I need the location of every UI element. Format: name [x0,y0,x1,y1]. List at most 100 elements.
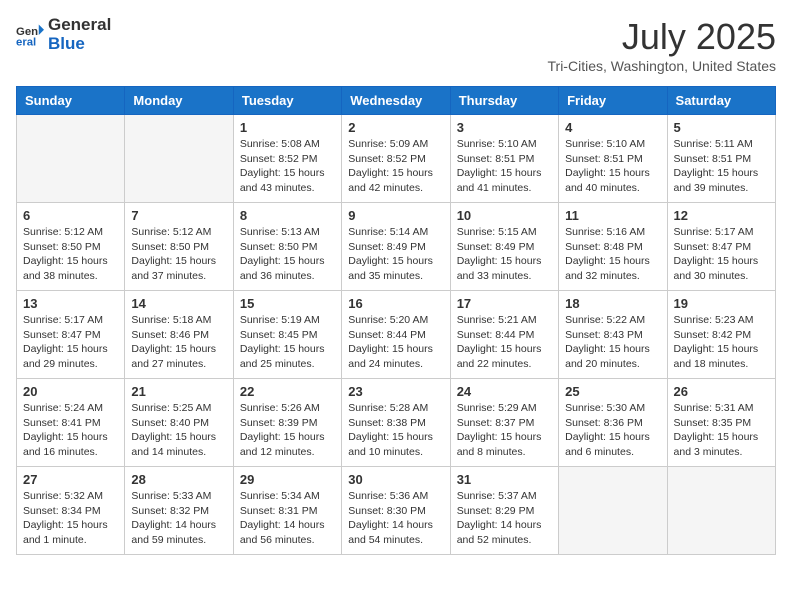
day-number: 30 [348,472,443,487]
day-number: 24 [457,384,552,399]
logo-icon: Gen eral [16,21,44,49]
day-detail: Sunrise: 5:17 AMSunset: 8:47 PMDaylight:… [23,313,118,372]
day-detail: Sunrise: 5:25 AMSunset: 8:40 PMDaylight:… [131,401,226,460]
calendar-cell: 12 Sunrise: 5:17 AMSunset: 8:47 PMDayligh… [667,203,775,291]
calendar-cell: 31Sunrise: 5:37 AMSunset: 8:29 PMDayligh… [450,467,558,555]
day-detail: Sunrise: 5:18 AMSunset: 8:46 PMDaylight:… [131,313,226,372]
day-detail: Sunrise: 5:21 AMSunset: 8:44 PMDaylight:… [457,313,552,372]
day-number: 26 [674,384,769,399]
calendar-header-wednesday: Wednesday [342,87,450,115]
day-detail: Sunrise: 5:10 AMSunset: 8:51 PMDaylight:… [565,137,660,196]
day-detail: Sunrise: 5:26 AMSunset: 8:39 PMDaylight:… [240,401,335,460]
calendar-header-friday: Friday [559,87,667,115]
day-number: 10 [457,208,552,223]
day-detail: Sunrise: 5:30 AMSunset: 8:36 PMDaylight:… [565,401,660,460]
day-detail: Sunrise: 5:17 AMSunset: 8:47 PMDaylight:… [674,225,769,284]
calendar-cell: 3Sunrise: 5:10 AMSunset: 8:51 PMDaylight… [450,115,558,203]
calendar-cell: 5Sunrise: 5:11 AMSunset: 8:51 PMDaylight… [667,115,775,203]
svg-text:eral: eral [16,36,36,48]
calendar-cell: 24 Sunrise: 5:29 AMSunset: 8:37 PMDayligh… [450,379,558,467]
day-number: 18 [565,296,660,311]
calendar-cell: 1 Sunrise: 5:08 AMSunset: 8:52 PMDaylight… [233,115,341,203]
calendar-cell [559,467,667,555]
day-detail: Sunrise: 5:16 AMSunset: 8:48 PMDaylight:… [565,225,660,284]
calendar-cell: 19 Sunrise: 5:23 AMSunset: 8:42 PMDayligh… [667,291,775,379]
calendar-header-saturday: Saturday [667,87,775,115]
day-detail: Sunrise: 5:29 AMSunset: 8:37 PMDaylight:… [457,401,552,460]
calendar-cell: 22 Sunrise: 5:26 AMSunset: 8:39 PMDayligh… [233,379,341,467]
day-number: 12 [674,208,769,223]
day-number: 13 [23,296,118,311]
day-detail: Sunrise: 5:14 AMSunset: 8:49 PMDaylight:… [348,225,443,284]
week-row-1: 1 Sunrise: 5:08 AMSunset: 8:52 PMDaylight… [17,115,776,203]
calendar-cell: 18 Sunrise: 5:22 AMSunset: 8:43 PMDayligh… [559,291,667,379]
calendar-cell: 23 Sunrise: 5:28 AMSunset: 8:38 PMDayligh… [342,379,450,467]
day-number: 7 [131,208,226,223]
day-detail: Sunrise: 5:33 AMSunset: 8:32 PMDaylight:… [131,489,226,548]
day-number: 6 [23,208,118,223]
calendar-cell: 21 Sunrise: 5:25 AMSunset: 8:40 PMDayligh… [125,379,233,467]
day-number: 3 [457,120,552,135]
day-number: 22 [240,384,335,399]
week-row-2: 6 Sunrise: 5:12 AMSunset: 8:50 PMDaylight… [17,203,776,291]
calendar-cell: 8 Sunrise: 5:13 AMSunset: 8:50 PMDaylight… [233,203,341,291]
calendar-cell: 9 Sunrise: 5:14 AMSunset: 8:49 PMDaylight… [342,203,450,291]
day-detail: Sunrise: 5:28 AMSunset: 8:38 PMDaylight:… [348,401,443,460]
calendar-cell: 27 Sunrise: 5:32 AMSunset: 8:34 PMDayligh… [17,467,125,555]
day-number: 17 [457,296,552,311]
calendar-cell: 7 Sunrise: 5:12 AMSunset: 8:50 PMDaylight… [125,203,233,291]
calendar-cell: 17 Sunrise: 5:21 AMSunset: 8:44 PMDayligh… [450,291,558,379]
day-detail: Sunrise: 5:15 AMSunset: 8:49 PMDaylight:… [457,225,552,284]
calendar-cell: 28 Sunrise: 5:33 AMSunset: 8:32 PMDayligh… [125,467,233,555]
day-number: 8 [240,208,335,223]
day-detail: Sunrise: 5:37 AMSunset: 8:29 PMDaylight:… [457,489,552,548]
calendar-cell: 4 Sunrise: 5:10 AMSunset: 8:51 PMDaylight… [559,115,667,203]
calendar-header-monday: Monday [125,87,233,115]
logo: Gen eral General Blue [16,16,111,53]
day-number: 15 [240,296,335,311]
calendar-cell [125,115,233,203]
day-detail: Sunrise: 5:12 AMSunset: 8:50 PMDaylight:… [23,225,118,284]
calendar-cell: 20 Sunrise: 5:24 AMSunset: 8:41 PMDayligh… [17,379,125,467]
day-number: 21 [131,384,226,399]
calendar-cell: 29Sunrise: 5:34 AMSunset: 8:31 PMDayligh… [233,467,341,555]
calendar-cell [17,115,125,203]
day-detail: Sunrise: 5:12 AMSunset: 8:50 PMDaylight:… [131,225,226,284]
day-number: 16 [348,296,443,311]
calendar: SundayMondayTuesdayWednesdayThursdayFrid… [16,86,776,555]
day-number: 14 [131,296,226,311]
day-number: 27 [23,472,118,487]
day-detail: Sunrise: 5:24 AMSunset: 8:41 PMDaylight:… [23,401,118,460]
day-number: 25 [565,384,660,399]
day-number: 20 [23,384,118,399]
calendar-cell: 30 Sunrise: 5:36 AMSunset: 8:30 PMDayligh… [342,467,450,555]
calendar-cell: 15 Sunrise: 5:19 AMSunset: 8:45 PMDayligh… [233,291,341,379]
calendar-header-tuesday: Tuesday [233,87,341,115]
header: Gen eral General Blue July 2025 Tri-Citi… [16,16,776,74]
day-number: 2 [348,120,443,135]
day-number: 1 [240,120,335,135]
day-detail: Sunrise: 5:13 AMSunset: 8:50 PMDaylight:… [240,225,335,284]
month-title: July 2025 [548,16,777,58]
day-detail: Sunrise: 5:36 AMSunset: 8:30 PMDaylight:… [348,489,443,548]
week-row-3: 13 Sunrise: 5:17 AMSunset: 8:47 PMDayligh… [17,291,776,379]
day-number: 28 [131,472,226,487]
week-row-5: 27 Sunrise: 5:32 AMSunset: 8:34 PMDayligh… [17,467,776,555]
day-detail: Sunrise: 5:23 AMSunset: 8:42 PMDaylight:… [674,313,769,372]
day-detail: Sunrise: 5:08 AMSunset: 8:52 PMDaylight:… [240,137,335,196]
calendar-cell: 11Sunrise: 5:16 AMSunset: 8:48 PMDayligh… [559,203,667,291]
calendar-cell: 13 Sunrise: 5:17 AMSunset: 8:47 PMDayligh… [17,291,125,379]
calendar-cell: 14 Sunrise: 5:18 AMSunset: 8:46 PMDayligh… [125,291,233,379]
day-number: 9 [348,208,443,223]
title-area: July 2025 Tri-Cities, Washington, United… [548,16,777,74]
day-detail: Sunrise: 5:32 AMSunset: 8:34 PMDaylight:… [23,489,118,548]
day-detail: Sunrise: 5:19 AMSunset: 8:45 PMDaylight:… [240,313,335,372]
week-row-4: 20 Sunrise: 5:24 AMSunset: 8:41 PMDayligh… [17,379,776,467]
calendar-cell: 6 Sunrise: 5:12 AMSunset: 8:50 PMDaylight… [17,203,125,291]
day-detail: Sunrise: 5:20 AMSunset: 8:44 PMDaylight:… [348,313,443,372]
calendar-cell [667,467,775,555]
day-number: 19 [674,296,769,311]
day-detail: Sunrise: 5:22 AMSunset: 8:43 PMDaylight:… [565,313,660,372]
day-number: 23 [348,384,443,399]
day-number: 4 [565,120,660,135]
